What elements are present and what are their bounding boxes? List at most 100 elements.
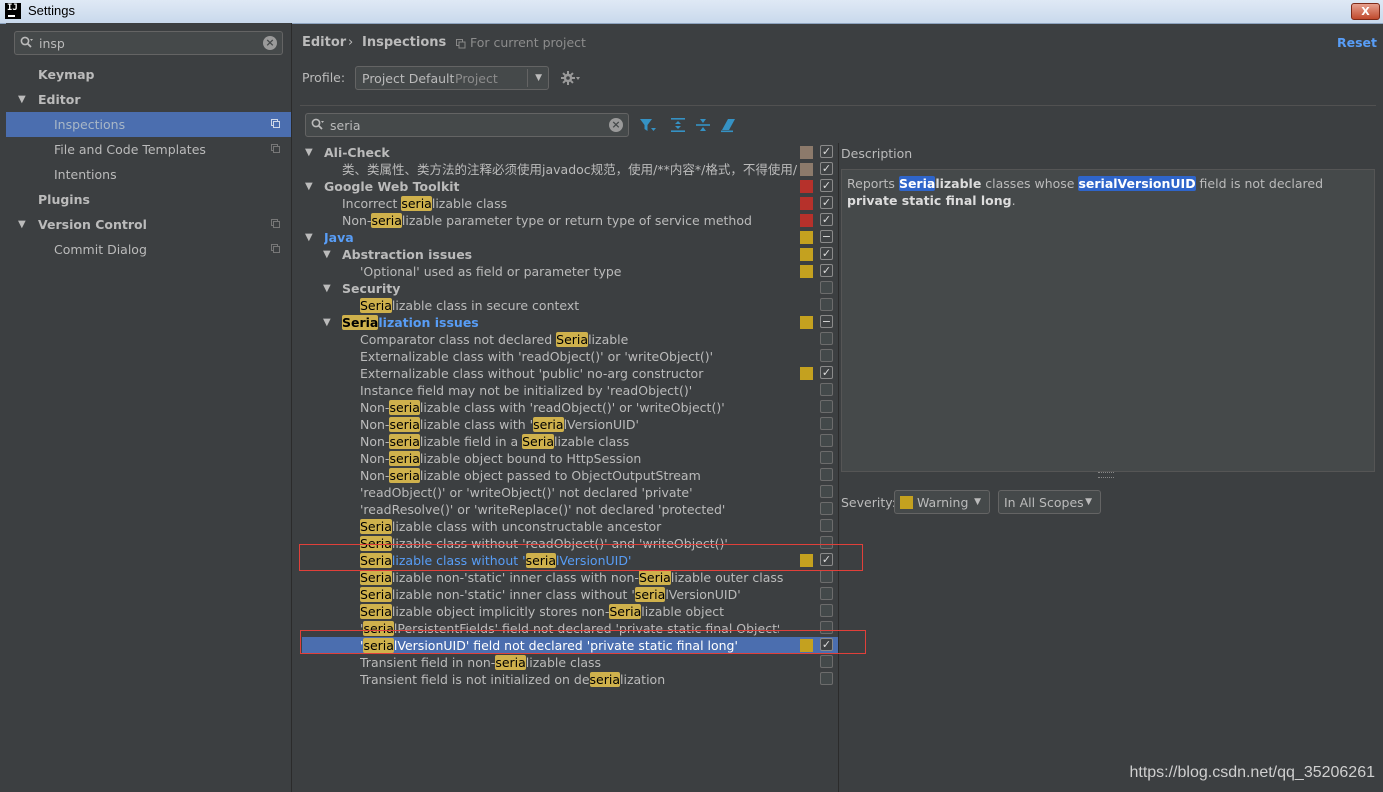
enable-checkbox[interactable] xyxy=(820,451,833,464)
inspection-row[interactable]: Externalizable class without 'public' no… xyxy=(300,365,838,382)
splitter-handle[interactable] xyxy=(1098,472,1114,478)
expand-arrow-icon[interactable]: ▼ xyxy=(323,280,331,297)
inspection-row[interactable]: ▼ Java − xyxy=(300,229,838,246)
nav-item-plugins[interactable]: Plugins xyxy=(6,187,291,212)
inspection-label: 'readObject()' or 'writeObject()' not de… xyxy=(360,485,693,500)
nav-item-file-and-code-templates[interactable]: File and Code Templates xyxy=(6,137,291,162)
inspection-row[interactable]: ▼ Security xyxy=(300,280,838,297)
expand-arrow-icon[interactable]: ▼ xyxy=(305,144,313,161)
inspection-row[interactable]: 类、类属性、类方法的注释必须使用javadoc规范，使用/**内容*/格式，不得… xyxy=(300,161,838,178)
inspection-row[interactable]: ▼ Serialization issues − xyxy=(300,314,838,331)
severity-value: Warning xyxy=(917,495,969,510)
inspection-row[interactable]: ▼ Google Web Toolkit ✓ xyxy=(300,178,838,195)
inspection-row[interactable]: Non-serializable field in a Serializable… xyxy=(300,433,838,450)
enable-checkbox[interactable]: ✓ xyxy=(820,264,833,277)
enable-checkbox[interactable] xyxy=(820,502,833,515)
inspection-filter-input[interactable]: seria × xyxy=(305,113,629,137)
filter-icon[interactable] xyxy=(639,116,657,134)
window-title: Settings xyxy=(28,3,75,18)
inspection-row[interactable]: 'readResolve()' or 'writeReplace()' not … xyxy=(300,501,838,518)
nav-item-editor[interactable]: ▼ Editor xyxy=(6,87,291,112)
inspection-row[interactable]: Non-serializable parameter type or retur… xyxy=(300,212,838,229)
inspection-row[interactable]: Non-serializable object passed to Object… xyxy=(300,467,838,484)
enable-checkbox[interactable] xyxy=(820,281,833,294)
enable-checkbox[interactable] xyxy=(820,332,833,345)
enable-checkbox[interactable] xyxy=(820,468,833,481)
nav-item-inspections[interactable]: Inspections xyxy=(6,112,291,137)
nav-item-commit-dialog[interactable]: Commit Dialog xyxy=(6,237,291,262)
collapse-all-icon[interactable] xyxy=(694,116,712,134)
inspection-row[interactable]: Serializable non-'static' inner class wi… xyxy=(300,586,838,603)
inspection-row[interactable]: Externalizable class with 'readObject()'… xyxy=(300,348,838,365)
clear-search-icon[interactable]: × xyxy=(263,36,277,50)
severity-dropdown[interactable]: Warning ▼ xyxy=(894,490,990,514)
inspection-row[interactable]: Incorrect serializable class ✓ xyxy=(300,195,838,212)
enable-checkbox[interactable] xyxy=(820,349,833,362)
enable-checkbox[interactable] xyxy=(820,298,833,311)
description-highlight: serialVersionUID xyxy=(1078,176,1196,191)
enable-checkbox[interactable] xyxy=(820,655,833,668)
enable-checkbox[interactable]: ✓ xyxy=(820,213,833,226)
profile-dropdown[interactable]: Project Default Project ▼ xyxy=(355,66,549,90)
enable-checkbox[interactable] xyxy=(820,604,833,617)
inspection-row[interactable]: 'readObject()' or 'writeObject()' not de… xyxy=(300,484,838,501)
description-label: Description xyxy=(841,146,913,161)
expand-arrow-icon[interactable]: ▼ xyxy=(323,314,331,331)
scope-dropdown[interactable]: In All Scopes ▼ xyxy=(998,490,1101,514)
enable-checkbox[interactable]: ✓ xyxy=(820,179,833,192)
clear-search-icon[interactable]: × xyxy=(609,118,623,132)
tree-description-divider[interactable] xyxy=(838,143,839,792)
enable-checkbox[interactable] xyxy=(820,570,833,583)
profile-value: Project Default xyxy=(362,71,455,86)
reset-link[interactable]: Reset xyxy=(1337,35,1377,50)
inspection-row[interactable]: 'Optional' used as field or parameter ty… xyxy=(300,263,838,280)
enable-checkbox[interactable]: ✓ xyxy=(820,145,833,158)
expand-arrow-icon[interactable]: ▼ xyxy=(305,229,313,246)
nav-item-intentions[interactable]: Intentions xyxy=(6,162,291,187)
enable-checkbox[interactable] xyxy=(820,519,833,532)
inspection-row[interactable]: Serializable class in secure context xyxy=(300,297,838,314)
expand-arrow-icon[interactable]: ▼ xyxy=(323,246,331,263)
enable-checkbox[interactable]: ✓ xyxy=(820,162,833,175)
window-close-button[interactable]: X xyxy=(1351,3,1380,20)
inspection-row[interactable]: Non-serializable class with 'readObject(… xyxy=(300,399,838,416)
expand-arrow-icon[interactable]: ▼ xyxy=(18,87,26,112)
enable-checkbox[interactable] xyxy=(820,400,833,413)
inspection-row[interactable]: ▼ Ali-Check ✓ xyxy=(300,144,838,161)
expand-arrow-icon[interactable]: ▼ xyxy=(18,212,26,237)
enable-checkbox[interactable] xyxy=(820,383,833,396)
inspection-row[interactable]: Serializable object implicitly stores no… xyxy=(300,603,838,620)
enable-checkbox[interactable] xyxy=(820,417,833,430)
settings-search-input[interactable]: insp × xyxy=(14,31,283,55)
inspection-row[interactable]: Non-serializable class with 'serialVersi… xyxy=(300,416,838,433)
expand-arrow-icon[interactable]: ▼ xyxy=(305,178,313,195)
inspection-row[interactable]: Serializable non-'static' inner class wi… xyxy=(300,569,838,586)
inspection-row[interactable]: Instance field may not be initialized by… xyxy=(300,382,838,399)
reset-to-defaults-icon[interactable] xyxy=(719,116,737,134)
enable-checkbox[interactable] xyxy=(820,485,833,498)
expand-all-icon[interactable] xyxy=(669,116,687,134)
enable-checkbox[interactable]: − xyxy=(820,230,833,243)
gear-icon[interactable] xyxy=(560,70,582,86)
enable-checkbox[interactable]: ✓ xyxy=(820,366,833,379)
inspection-row[interactable]: Comparator class not declared Serializab… xyxy=(300,331,838,348)
enable-checkbox[interactable]: ✓ xyxy=(820,196,833,209)
project-scope-icon xyxy=(271,244,280,253)
enable-checkbox[interactable]: − xyxy=(820,315,833,328)
inspection-row[interactable]: Serializable class with unconstructable … xyxy=(300,518,838,535)
nav-item-keymap[interactable]: Keymap xyxy=(6,62,291,87)
inspection-label: Serialization issues xyxy=(342,314,797,331)
enable-checkbox[interactable] xyxy=(820,434,833,447)
panel-divider[interactable] xyxy=(291,23,292,792)
nav-item-version-control[interactable]: ▼ Version Control xyxy=(6,212,291,237)
inspection-row[interactable]: Transient field is not initialized on de… xyxy=(300,671,838,688)
inspection-label: 'Optional' used as field or parameter ty… xyxy=(360,264,622,279)
inspection-row[interactable]: ▼ Abstraction issues ✓ xyxy=(300,246,838,263)
label-text: lization issues xyxy=(378,315,479,330)
inspection-row[interactable]: Transient field in non-serializable clas… xyxy=(300,654,838,671)
enable-checkbox[interactable] xyxy=(820,587,833,600)
search-match-highlight: seria xyxy=(589,672,621,687)
enable-checkbox[interactable]: ✓ xyxy=(820,247,833,260)
inspection-row[interactable]: Non-serializable object bound to HttpSes… xyxy=(300,450,838,467)
enable-checkbox[interactable] xyxy=(820,672,833,685)
